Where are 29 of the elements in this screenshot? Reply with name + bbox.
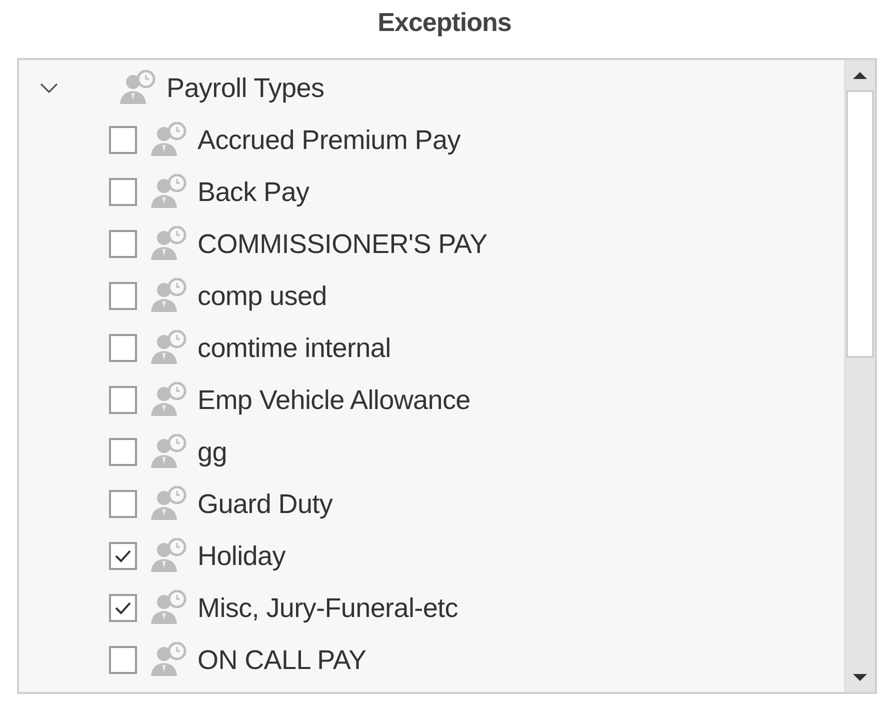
checkbox[interactable] — [108, 542, 136, 570]
section-title: Exceptions — [378, 6, 512, 39]
checkbox[interactable] — [108, 438, 136, 466]
checkbox[interactable] — [108, 230, 136, 258]
tree-item[interactable]: Accrued Premium Pay — [198, 124, 460, 156]
check-icon — [114, 549, 132, 563]
tree-item[interactable]: gg — [198, 436, 227, 468]
tree-item[interactable]: ON CALL PAY — [198, 644, 366, 676]
checkbox[interactable] — [108, 282, 136, 310]
tree-item[interactable]: comtime internal — [198, 332, 391, 364]
checkbox[interactable] — [108, 126, 136, 154]
tree-item[interactable]: COMMISSIONER'S PAY — [198, 228, 488, 260]
tree-item[interactable]: Misc, Jury-Funeral-etc — [198, 592, 458, 624]
checkbox[interactable] — [108, 334, 136, 362]
check-icon — [114, 601, 132, 615]
checkbox[interactable] — [108, 646, 136, 674]
chevron-icon[interactable] — [38, 82, 58, 94]
tree-item[interactable]: Emp Vehicle Allowance — [198, 384, 470, 416]
tree-item[interactable]: Holiday — [198, 540, 286, 572]
checkbox[interactable] — [108, 178, 136, 206]
scrollbar[interactable] — [844, 60, 874, 692]
checkbox[interactable] — [108, 386, 136, 414]
tree-item[interactable]: Back Pay — [198, 176, 310, 208]
scroll-thumb[interactable] — [846, 90, 874, 358]
checkbox[interactable] — [108, 594, 136, 622]
tree-item[interactable]: Guard Duty — [198, 488, 333, 520]
tree-item[interactable]: Payroll Types — [166, 72, 324, 104]
tree-item[interactable]: comp used — [198, 280, 327, 312]
checkbox[interactable] — [108, 490, 136, 518]
